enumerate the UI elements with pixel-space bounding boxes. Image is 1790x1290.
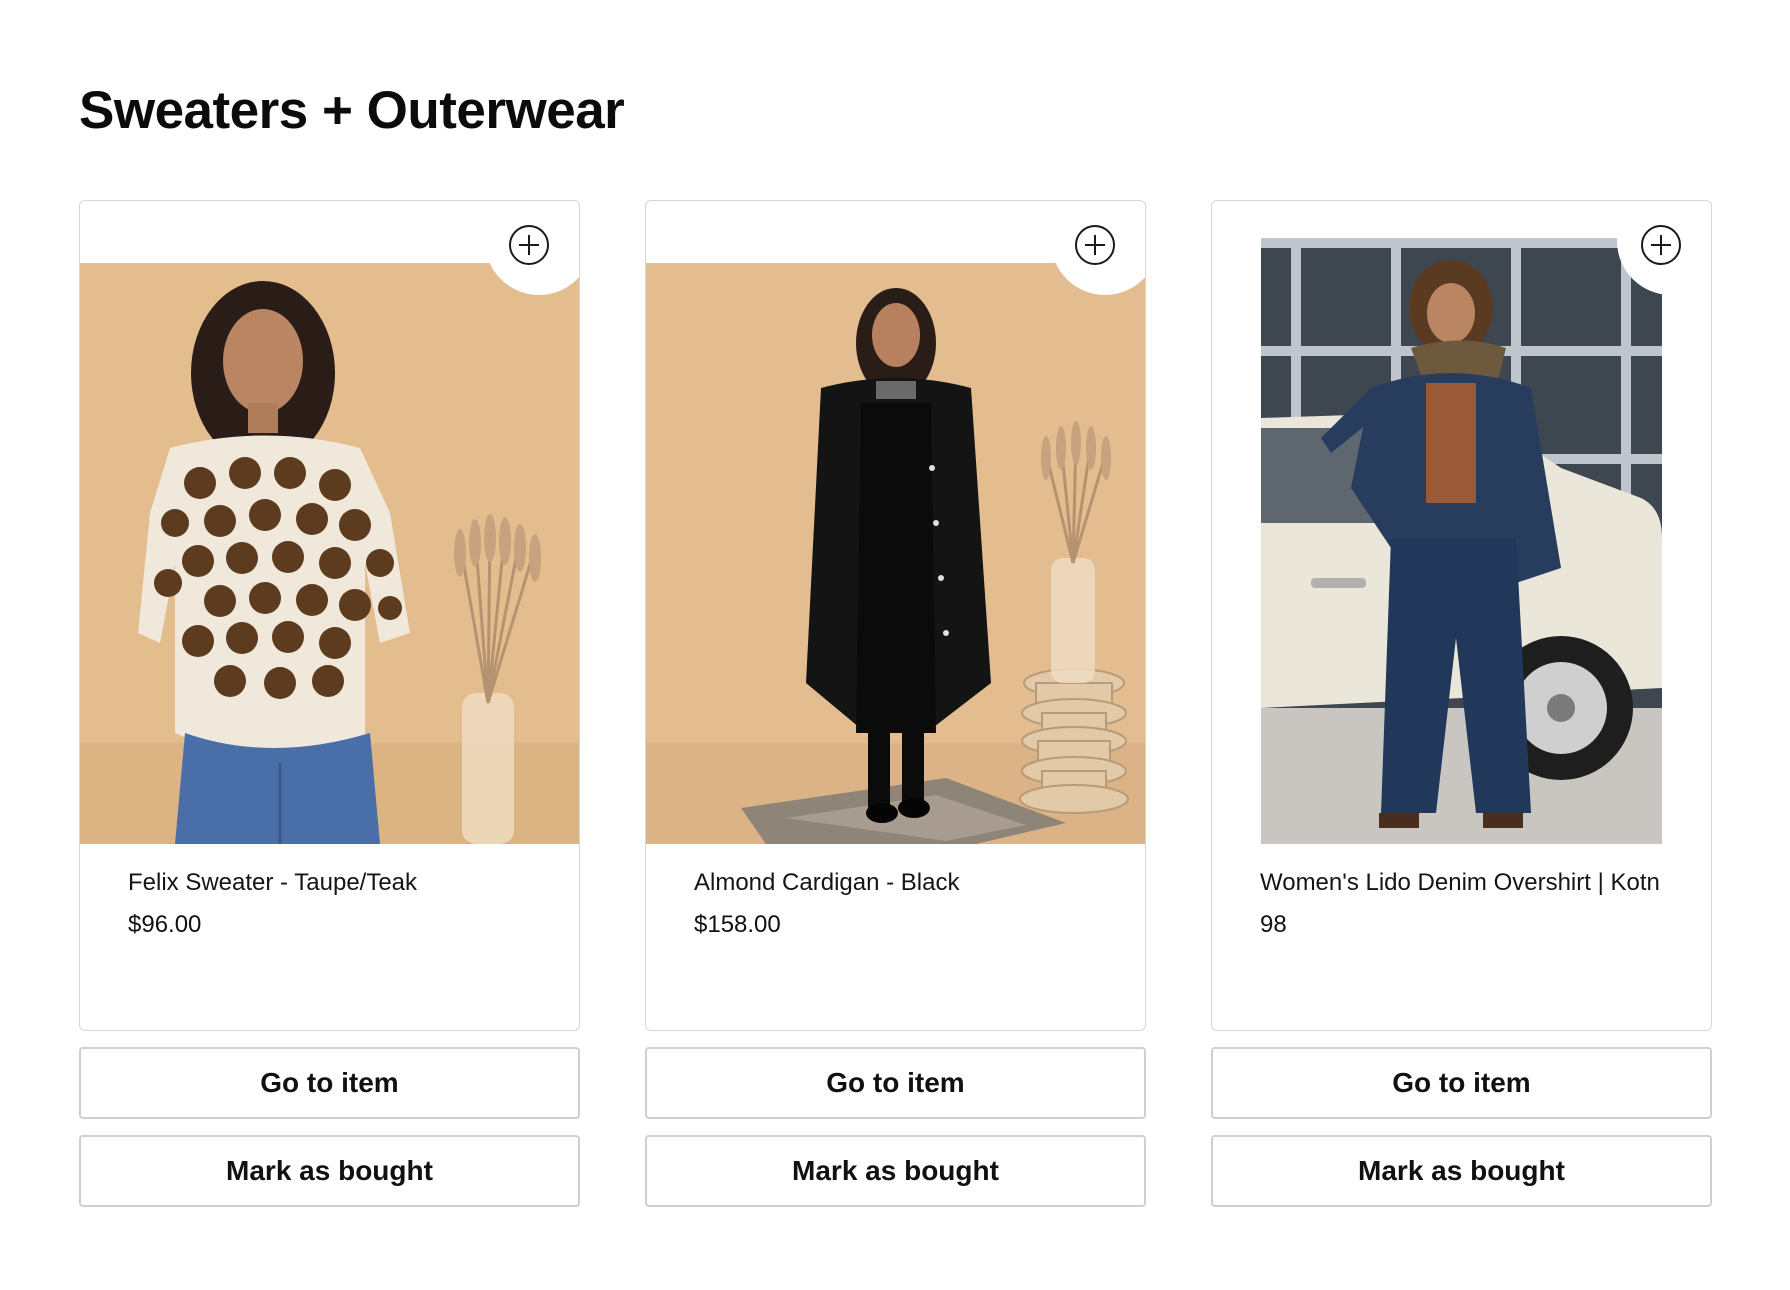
product-image[interactable]	[1261, 238, 1662, 844]
product-grid: Felix Sweater - Taupe/Teak $96.00 Go to …	[79, 200, 1712, 1210]
page-title: Sweaters + Outerwear	[79, 81, 625, 140]
plus-circle-icon	[1075, 225, 1115, 265]
product-name[interactable]: Almond Cardigan - Black	[694, 866, 1105, 900]
product-price: $158.00	[694, 911, 781, 938]
mark-as-bought-button[interactable]: Mark as bought	[1211, 1135, 1712, 1207]
go-to-item-button[interactable]: Go to item	[1211, 1047, 1712, 1119]
mark-as-bought-button[interactable]: Mark as bought	[79, 1135, 580, 1207]
product-image[interactable]	[80, 263, 579, 844]
product-name[interactable]: Felix Sweater - Taupe/Teak	[128, 866, 539, 900]
product-info: Felix Sweater - Taupe/Teak $96.00	[128, 866, 539, 940]
plus-circle-icon	[509, 225, 549, 265]
product-price: 98	[1260, 911, 1287, 938]
go-to-item-button[interactable]: Go to item	[645, 1047, 1146, 1119]
product-image[interactable]	[646, 263, 1145, 844]
product-card[interactable]: Almond Cardigan - Black $158.00	[645, 200, 1146, 1031]
plus-circle-icon	[1641, 225, 1681, 265]
mark-as-bought-button[interactable]: Mark as bought	[645, 1135, 1146, 1207]
product-info: Women's Lido Denim Overshirt | Kotn 98	[1260, 866, 1671, 940]
go-to-item-button[interactable]: Go to item	[79, 1047, 580, 1119]
product-card[interactable]: Felix Sweater - Taupe/Teak $96.00	[79, 200, 580, 1031]
product-info: Almond Cardigan - Black $158.00	[694, 866, 1105, 940]
product-card[interactable]: Women's Lido Denim Overshirt | Kotn 98	[1211, 200, 1712, 1031]
product-price: $96.00	[128, 911, 202, 938]
product-name[interactable]: Women's Lido Denim Overshirt | Kotn	[1260, 866, 1671, 900]
